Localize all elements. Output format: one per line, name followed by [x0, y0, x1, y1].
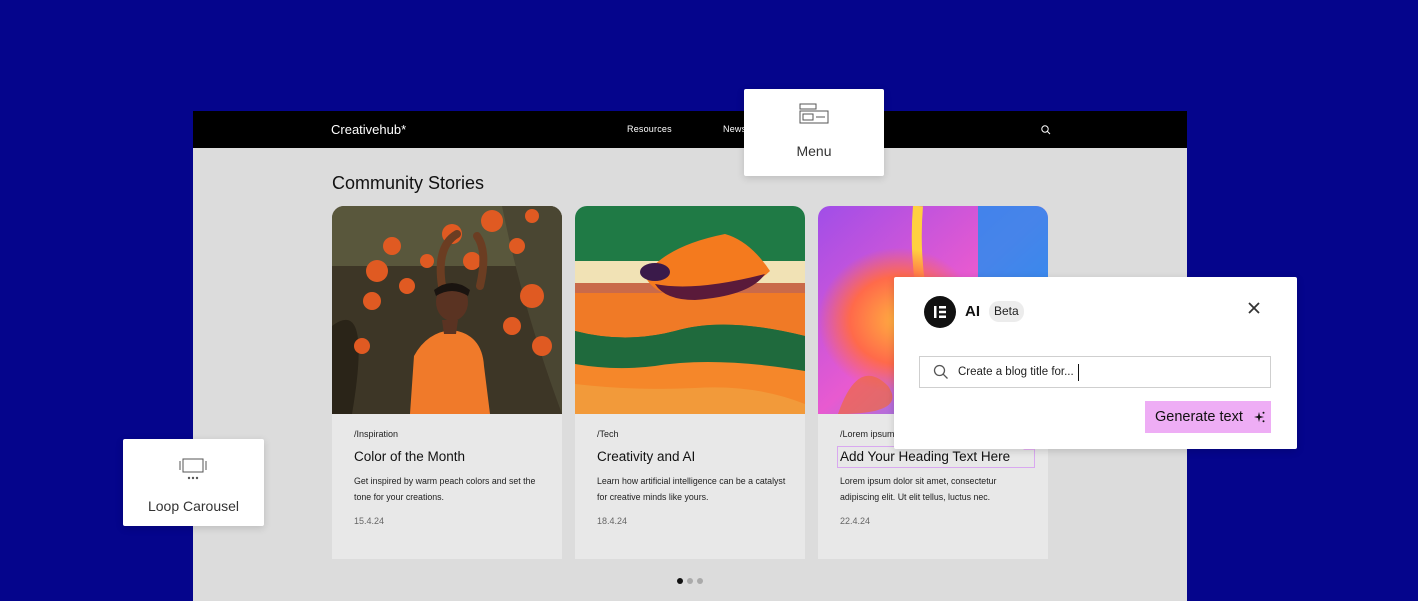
section-title: Community Stories [332, 173, 485, 193]
text-caret [1078, 364, 1079, 381]
sparkle-icon [1253, 411, 1265, 426]
ai-prompt-text: Create a blog title for... [958, 366, 1074, 378]
card-category: /Lorem ipsum [840, 429, 895, 439]
card-image-portrait [332, 206, 562, 414]
site-header: Creativehub* Resources News [193, 111, 1187, 148]
card-date: 15.4.24 [354, 516, 385, 526]
menu-widget-icon [799, 103, 829, 130]
card-description: Learn how artificial intelligence can be… [597, 476, 786, 502]
ai-panel: AI Beta Create a blog title for... Gener… [894, 277, 1297, 449]
card-description: Get inspired by warm peach colors and se… [354, 476, 536, 502]
generate-text-label: Generate text [1155, 409, 1243, 425]
search-icon [933, 364, 949, 385]
close-icon[interactable] [1246, 300, 1262, 316]
card-image-abstract-landscape [575, 206, 805, 414]
card-description: Lorem ipsum dolor sit amet, consectetur … [840, 476, 997, 502]
nav-item-resources[interactable]: Resources [627, 124, 672, 134]
generate-text-button[interactable]: Generate text [1145, 401, 1271, 433]
elementor-logo-icon [924, 296, 956, 328]
ai-prompt-input[interactable]: Create a blog title for... [919, 356, 1271, 388]
pagination-dot[interactable] [677, 578, 683, 584]
ai-title: AI [965, 303, 980, 320]
menu-widget[interactable]: Menu [744, 89, 884, 176]
story-card-tech[interactable]: /Tech Creativity and AI Learn how artifi… [575, 206, 805, 559]
loop-carousel-widget[interactable]: Loop Carousel [123, 439, 264, 526]
card-category: /Tech [597, 429, 619, 439]
pagination-dot[interactable] [697, 578, 703, 584]
card-category: /Inspiration [354, 429, 399, 439]
story-card-inspiration[interactable]: /Inspiration Color of the Month Get insp… [332, 206, 562, 559]
card-title[interactable]: Add Your Heading Text Here [840, 449, 1010, 464]
card-title[interactable]: Color of the Month [354, 449, 465, 464]
card-date: 22.4.24 [840, 516, 871, 526]
search-icon[interactable] [1040, 123, 1052, 135]
loop-carousel-icon [178, 457, 208, 486]
site-logo[interactable]: Creativehub* [331, 122, 406, 137]
carousel-pagination [677, 578, 703, 584]
menu-widget-label: Menu [796, 143, 832, 159]
nav-item-news[interactable]: News [723, 124, 746, 134]
loop-carousel-label: Loop Carousel [147, 498, 240, 514]
card-date: 18.4.24 [597, 516, 628, 526]
beta-badge: Beta [989, 301, 1024, 322]
card-title[interactable]: Creativity and AI [597, 449, 695, 464]
pagination-dot[interactable] [687, 578, 693, 584]
